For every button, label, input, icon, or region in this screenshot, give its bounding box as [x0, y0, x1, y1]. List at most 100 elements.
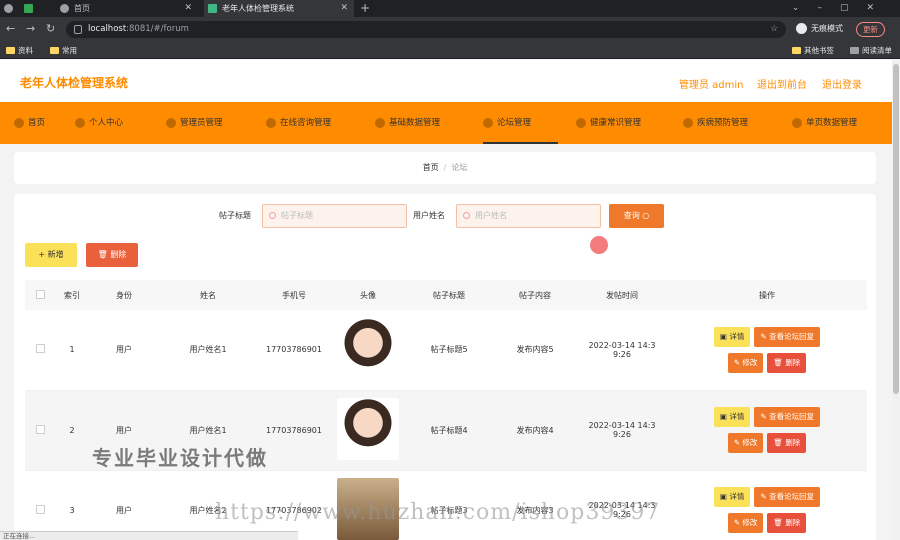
health-icon: [576, 118, 586, 128]
browser-tab-home[interactable]: 首页 ✕: [56, 0, 198, 17]
page-scrollbar[interactable]: [892, 60, 900, 540]
checkbox[interactable]: [35, 344, 45, 354]
breadcrumb-home[interactable]: 首页: [423, 163, 439, 172]
reading-list-label: 阅读清单: [862, 46, 892, 55]
query-button[interactable]: 查询 ○: [609, 204, 664, 228]
bookmark-folder[interactable]: 常用: [50, 42, 77, 59]
header-phone: 手机号: [257, 280, 331, 310]
menu-item-pages[interactable]: 单页数据管理: [792, 102, 857, 144]
detail-label: 详情: [729, 492, 745, 501]
menu-item-health[interactable]: 健康常识管理: [576, 102, 641, 144]
edit-button[interactable]: ✎ 修改: [727, 433, 764, 453]
bookmarks-bar: 资料 常用 其他书签 阅读清单: [0, 42, 900, 59]
detail-button[interactable]: ▣ 详情: [713, 487, 751, 507]
menu-label: 基础数据管理: [389, 118, 441, 128]
window-controls[interactable]: ⌄–▢✕: [792, 0, 892, 17]
incognito-icon: [796, 23, 807, 34]
update-button[interactable]: 更新: [856, 22, 885, 37]
row-select[interactable]: [25, 390, 55, 471]
back-arrow-icon[interactable]: ←: [6, 22, 15, 35]
view-replies-button[interactable]: ✎ 查看论坛回复: [754, 326, 821, 347]
bookmark-label: 常用: [62, 46, 77, 55]
forward-arrow-icon[interactable]: →: [26, 22, 35, 35]
menu-label: 疾病预防管理: [697, 118, 749, 128]
cell-avatar: [331, 310, 405, 391]
back-to-front-link[interactable]: 退出到前台: [757, 76, 807, 91]
bookmark-folder-other[interactable]: 其他书签: [792, 42, 834, 59]
home-icon: [14, 118, 24, 128]
menu-item-profile[interactable]: 个人中心: [75, 102, 123, 144]
edit-button[interactable]: ✎ 修改: [727, 513, 764, 533]
header-name: 姓名: [159, 280, 257, 310]
checkbox[interactable]: [35, 504, 45, 514]
logout-link[interactable]: 退出登录: [822, 76, 862, 91]
browser-tab-2[interactable]: [24, 0, 34, 17]
watermark-text: 专业毕业设计代做: [92, 446, 268, 470]
cell-role: 用户: [89, 310, 159, 391]
folder-icon: [6, 47, 15, 54]
cell-phone: 17703786901: [257, 310, 331, 391]
cell-index: 1: [55, 310, 89, 391]
star-icon[interactable]: ☆: [770, 21, 778, 38]
new-tab-button[interactable]: +: [360, 0, 370, 17]
data-icon: [375, 118, 385, 128]
edit-button[interactable]: ✎ 修改: [727, 352, 764, 373]
user-icon: [75, 118, 85, 128]
checkbox[interactable]: [35, 289, 45, 299]
batch-delete-button[interactable]: 🗑 删除: [86, 243, 138, 267]
add-button[interactable]: + 新增: [25, 243, 77, 267]
app-title: 老年人体检管理系统: [20, 76, 129, 90]
title-search-label: 帖子标题: [219, 211, 251, 220]
header-post-content: 帖子内容: [493, 280, 577, 310]
close-icon[interactable]: ✕: [184, 0, 192, 17]
bookmark-label: 资料: [18, 46, 33, 55]
menu-item-basic-data[interactable]: 基础数据管理: [375, 102, 440, 144]
edit-label: 修改: [742, 357, 758, 367]
time-line-2: 9:26: [613, 430, 631, 439]
table-header-row: 索引 身份 姓名 手机号 头像 帖子标题 帖子内容 发帖时间 操作: [25, 280, 867, 310]
checkbox[interactable]: [35, 424, 45, 434]
menu-item-home[interactable]: 首页: [14, 102, 45, 144]
cell-phone: 17703786901: [257, 390, 331, 471]
cell-avatar: [331, 390, 405, 471]
menu-label: 健康常识管理: [590, 118, 642, 128]
sheet-icon: [24, 4, 33, 13]
browser-tab-active[interactable]: 老年人体检管理系统 ✕: [204, 0, 354, 17]
info-icon[interactable]: [74, 25, 82, 34]
menu-item-consult[interactable]: 在线咨询管理: [266, 102, 331, 144]
close-icon[interactable]: ✕: [340, 0, 348, 17]
cell-post-content: 发布内容4: [493, 390, 577, 471]
bookmark-label: 其他书签: [804, 46, 834, 55]
menu-item-prevention[interactable]: 疾病预防管理: [683, 102, 748, 144]
delete-button[interactable]: 🗑 删除: [767, 352, 807, 373]
detail-button[interactable]: ▣ 详情: [713, 326, 751, 347]
menu-label: 在线咨询管理: [280, 118, 332, 128]
url-field[interactable]: localhost:8081/#/forum ☆: [66, 21, 786, 38]
row-select[interactable]: [25, 470, 55, 540]
reload-icon[interactable]: ↻: [46, 22, 55, 35]
menu-item-forum[interactable]: 论坛管理: [483, 102, 558, 144]
bookmark-folder[interactable]: 资料: [6, 42, 33, 59]
header-select-all[interactable]: [25, 280, 55, 310]
click-indicator: [590, 236, 608, 254]
prevention-icon: [683, 118, 693, 128]
view-replies-button[interactable]: ✎ 查看论坛回复: [754, 487, 821, 507]
menu-item-admins[interactable]: 管理员管理: [166, 102, 223, 144]
user-search-input[interactable]: 用户姓名: [456, 204, 601, 228]
menu-label: 个人中心: [89, 118, 124, 128]
delete-button[interactable]: 🗑 删除: [767, 513, 807, 533]
incognito-indicator[interactable]: 无痕模式: [796, 23, 843, 34]
row-select[interactable]: [25, 310, 55, 391]
reading-list[interactable]: 阅读清单: [850, 42, 892, 59]
browser-tab-1[interactable]: [0, 0, 22, 17]
watermark-url: https://www.huzhan.com/ishop39397: [215, 500, 661, 525]
cell-actions: ▣ 详情 ✎ 查看论坛回复 ✎ 修改 🗑 删除: [667, 470, 867, 540]
scrollbar-thumb[interactable]: [893, 64, 899, 394]
view-replies-button[interactable]: ✎ 查看论坛回复: [754, 407, 821, 427]
del-label: 删除: [785, 357, 801, 367]
delete-button[interactable]: 🗑 删除: [767, 433, 807, 453]
title-search-input[interactable]: 帖子标题: [262, 204, 407, 228]
cell-post-time: 2022-03-14 14:3 9:26: [577, 310, 667, 391]
detail-button[interactable]: ▣ 详情: [713, 407, 751, 427]
title-search-placeholder: 帖子标题: [281, 211, 313, 220]
